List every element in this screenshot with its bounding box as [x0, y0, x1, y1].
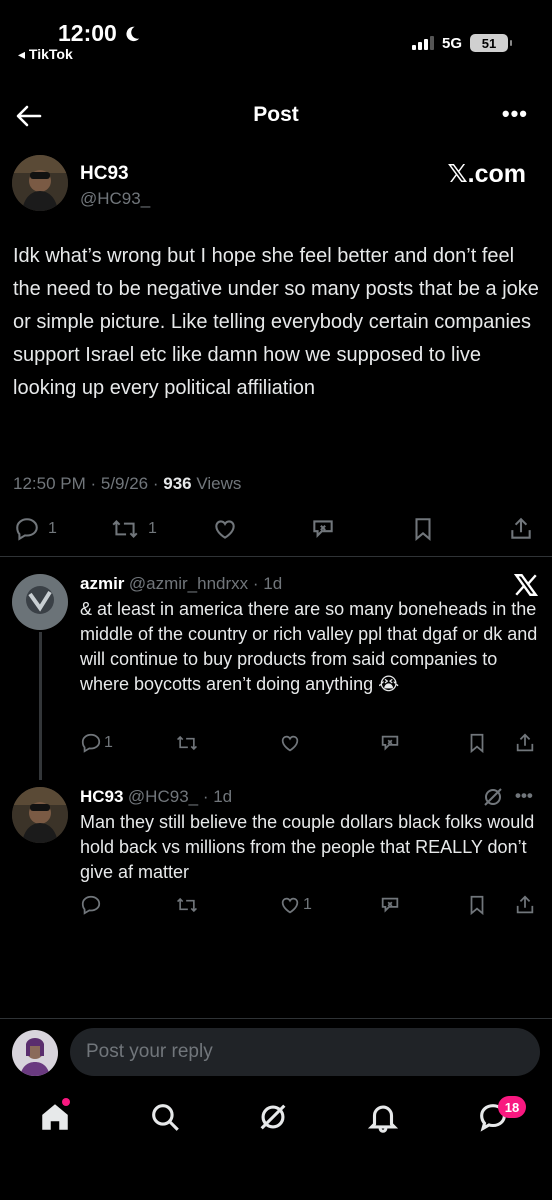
top-header: Post •••: [0, 95, 552, 137]
share-icon: [516, 733, 534, 752]
moon-icon: [126, 26, 140, 41]
bottom-tab-bar: [0, 1090, 552, 1150]
home-unread-dot: [62, 1098, 70, 1106]
messages-badge: 18: [498, 1096, 526, 1118]
x-logo-icon: [513, 574, 539, 596]
avatar[interactable]: [12, 155, 68, 211]
grok-slash-icon[interactable]: [481, 785, 505, 809]
post-actions: 1 1: [0, 514, 552, 544]
more-options-icon[interactable]: •••: [502, 101, 528, 127]
bookmark-button[interactable]: [466, 732, 488, 754]
x-logo: 𝕏.com: [447, 160, 527, 188]
reply-actions: 1: [0, 890, 552, 920]
clock: 12:00: [58, 20, 141, 47]
bookmark-button[interactable]: [410, 516, 436, 542]
battery-icon: 51: [470, 34, 512, 52]
grok-icon: [260, 1104, 286, 1130]
heart-icon: [281, 735, 299, 752]
reply-text: Man they still believe the couple dollar…: [80, 812, 535, 882]
views-count: 936: [163, 474, 192, 493]
bell-icon: [367, 1105, 399, 1133]
like-button[interactable]: [212, 516, 238, 542]
tab-notifications[interactable]: [366, 1100, 402, 1136]
like-button[interactable]: [279, 732, 301, 754]
author-name[interactable]: HC93: [80, 163, 129, 185]
reply-icon: [81, 895, 101, 915]
bookmark-button[interactable]: [466, 894, 488, 916]
post-meta: 12:50 PM · 5/9/26 · 936 Views: [13, 474, 241, 494]
share-icon: [516, 895, 534, 914]
post-timestamp: 12:50 PM · 5/9/26 ·: [13, 474, 164, 493]
like-button[interactable]: 1: [279, 894, 312, 916]
reply-icon: [81, 733, 101, 753]
reply-button[interactable]: [80, 894, 102, 916]
grok-button[interactable]: [379, 732, 401, 754]
share-button[interactable]: [514, 732, 536, 754]
heart-icon: [281, 897, 299, 914]
reply-count: 1: [48, 520, 57, 537]
network-label: 5G: [441, 34, 462, 52]
reply-header: HC93 @HC93_ · 1d: [80, 787, 232, 807]
reply-count: 1: [104, 734, 113, 751]
reply-author-name[interactable]: azmir: [80, 574, 124, 593]
bookmark-icon: [470, 895, 484, 916]
repost-icon: [176, 897, 198, 913]
grok-icon: [381, 735, 399, 751]
signal-icon: [411, 36, 434, 50]
main-post-author: HC93 @HC93_ 𝕏.com: [0, 155, 552, 219]
reply-header: azmir @azmir_hndrxx · 1d: [80, 574, 282, 594]
status-indicators: 5G 51: [411, 34, 512, 52]
grok-button[interactable]: [310, 516, 336, 542]
repost-icon: [176, 735, 198, 751]
reply-text: & at least in america there are so many …: [80, 599, 538, 694]
bookmark-icon: [470, 733, 484, 754]
reply-input[interactable]: Post your reply: [70, 1028, 540, 1076]
reply-button[interactable]: 1: [14, 516, 57, 542]
author-handle[interactable]: @HC93_: [80, 189, 150, 209]
bookmark-icon: [415, 518, 431, 541]
my-avatar[interactable]: [12, 1030, 58, 1076]
reply-handle-time[interactable]: @HC93_ · 1d: [128, 787, 232, 806]
grok-icon: [381, 897, 399, 913]
share-button[interactable]: [514, 894, 536, 916]
share-icon: [511, 517, 531, 539]
tab-home[interactable]: [38, 1100, 74, 1136]
views-label: Views: [191, 474, 242, 493]
avatar[interactable]: [12, 574, 68, 630]
share-button[interactable]: [508, 516, 534, 542]
heart-icon: [215, 520, 235, 539]
repost-button[interactable]: [175, 894, 199, 916]
tab-grok[interactable]: [256, 1100, 292, 1136]
back-to-app-link[interactable]: ◂ TikTok: [18, 46, 73, 63]
avatar[interactable]: [12, 787, 68, 843]
repost-button[interactable]: 1: [110, 516, 157, 542]
reply-handle-time[interactable]: @azmir_hndrxx · 1d: [129, 574, 282, 593]
repost-button[interactable]: [175, 732, 199, 754]
like-count: 1: [303, 896, 312, 913]
repost-icon: [112, 520, 138, 538]
grok-icon: [313, 520, 333, 538]
reply-author-name[interactable]: HC93: [80, 787, 123, 806]
divider: [0, 1018, 552, 1019]
grok-button[interactable]: [379, 894, 401, 916]
search-icon: [152, 1104, 179, 1131]
divider: [0, 556, 552, 557]
post-text: Idk what’s wrong but I hope she feel bet…: [13, 245, 539, 399]
page-title: Post: [253, 103, 299, 126]
more-options-icon[interactable]: •••: [515, 786, 533, 806]
reply-actions: 1: [0, 728, 552, 758]
status-bar: 12:00 ◂ TikTok 5G 51: [0, 0, 552, 70]
tab-search[interactable]: [148, 1100, 184, 1136]
reply-button[interactable]: 1: [80, 732, 113, 754]
repost-count: 1: [148, 520, 157, 537]
reply-icon: [16, 518, 38, 541]
